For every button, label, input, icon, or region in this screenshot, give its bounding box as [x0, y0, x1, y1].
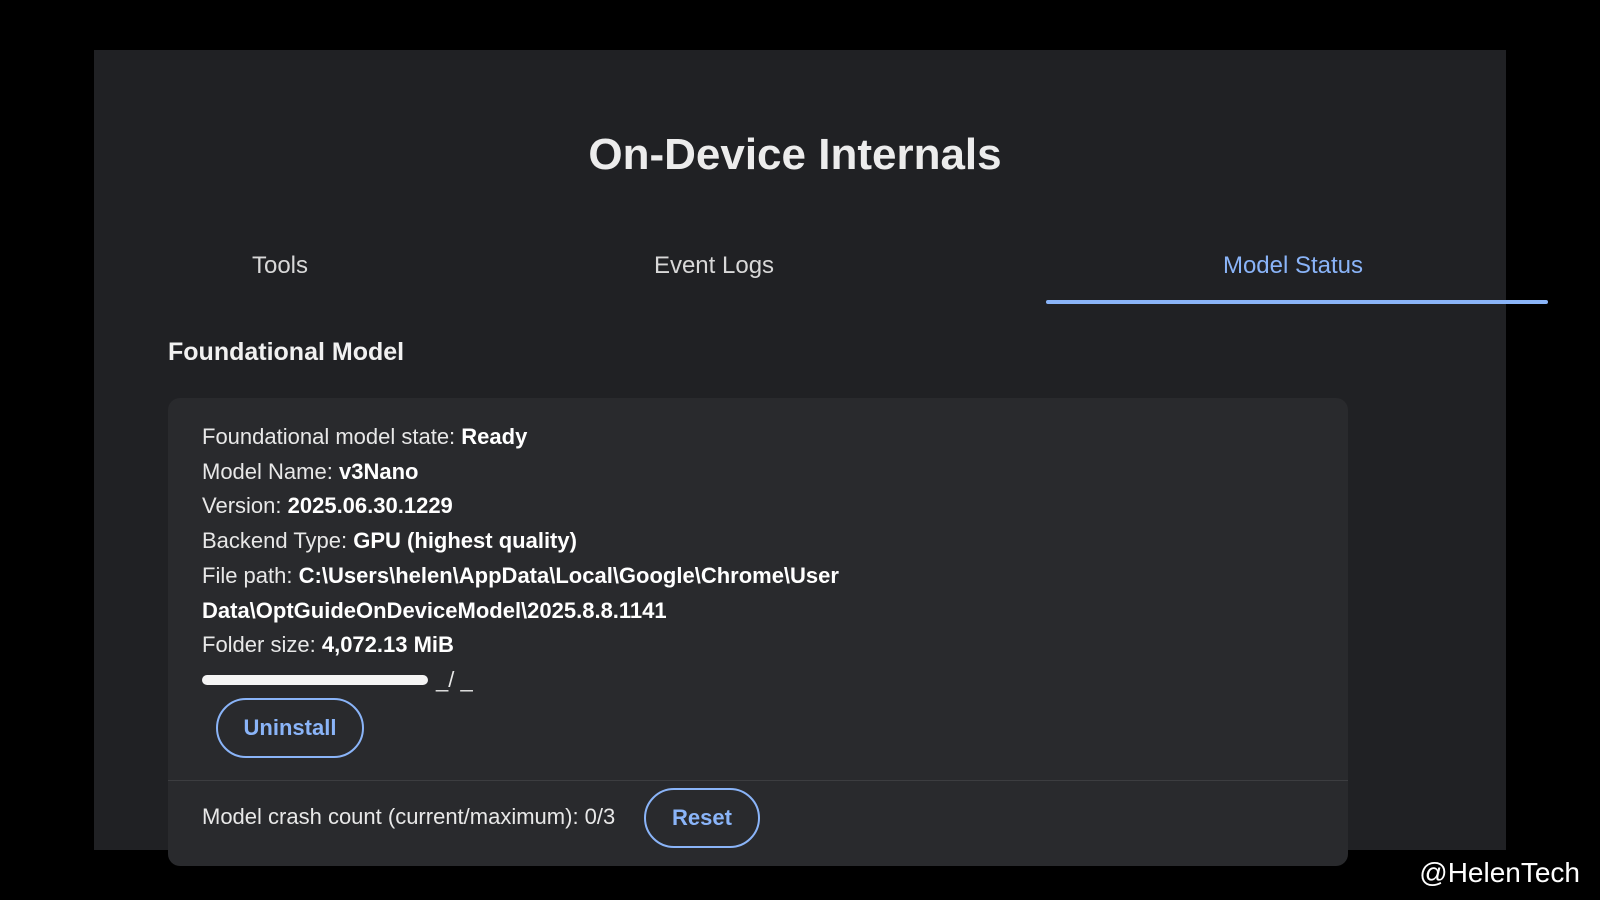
backend-type-label: Backend Type:	[202, 528, 348, 554]
progress-text: _/ _	[436, 667, 473, 692]
crash-count-text: Model crash count (current/maximum): 0/3	[202, 804, 616, 829]
card-divider	[168, 780, 1348, 781]
folder-size-row: Folder size: 4,072.13 MiB	[202, 628, 1202, 663]
active-tab-indicator	[1046, 300, 1548, 304]
file-path-value-line1: C:\Users\helen\AppData\Local\Google\Chro…	[298, 562, 839, 588]
tab-tools[interactable]: Tools	[168, 228, 392, 304]
tab-bar: Tools Event Logs Model Status	[168, 228, 1548, 304]
file-path-continuation-row: Data\OptGuideOnDeviceModel\2025.8.8.1141	[202, 594, 1202, 629]
model-info-list: Foundational model state: Ready Model Na…	[202, 420, 1202, 663]
download-progress-row: _/ _	[202, 667, 473, 692]
tab-event-logs[interactable]: Event Logs	[482, 228, 946, 304]
model-name-row: Model Name: v3Nano	[202, 455, 1202, 490]
tab-model-status[interactable]: Model Status	[1042, 228, 1544, 304]
page-title: On-Device Internals	[588, 130, 1002, 179]
folder-size-label: Folder size:	[202, 632, 316, 658]
model-state-label: Foundational model state:	[202, 424, 456, 449]
model-state-value: Ready	[461, 424, 528, 449]
model-state-row: Foundational model state: Ready	[202, 420, 1202, 455]
model-status-card: Foundational model state: Ready Model Na…	[168, 398, 1348, 866]
version-value: 2025.06.30.1229	[287, 493, 453, 519]
section-title: Foundational Model	[168, 338, 405, 366]
file-path-row: File path: C:\Users\helen\AppData\Local\…	[202, 559, 1202, 594]
reset-button[interactable]: Reset	[644, 788, 760, 848]
progress-bar-fill	[202, 675, 428, 685]
folder-size-value: 4,072.13 MiB	[321, 632, 454, 658]
progress-bar	[202, 675, 428, 685]
file-path-value-line2: Data\OptGuideOnDeviceModel\2025.8.8.1141	[202, 597, 667, 623]
file-path-label: File path:	[202, 562, 293, 588]
internals-panel: On-Device Internals Tools Event Logs Mod…	[94, 50, 1548, 866]
version-row: Version: 2025.06.30.1229	[202, 489, 1202, 524]
watermark-text: @HelenTech	[1419, 857, 1580, 888]
model-name-label: Model Name:	[202, 458, 333, 484]
uninstall-button[interactable]: Uninstall	[216, 698, 364, 758]
version-label: Version:	[202, 493, 282, 519]
model-name-value: v3Nano	[338, 458, 419, 484]
backend-type-value: GPU (highest quality)	[353, 528, 577, 554]
backend-type-row: Backend Type: GPU (highest quality)	[202, 524, 1202, 559]
